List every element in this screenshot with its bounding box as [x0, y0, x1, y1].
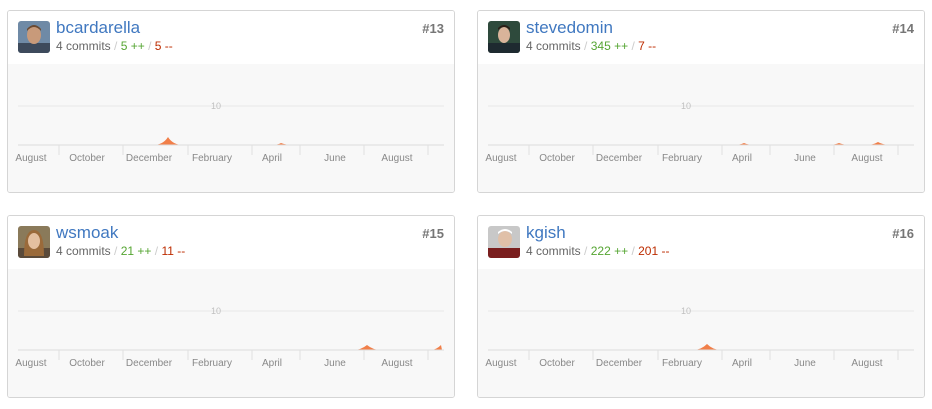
contributor-rank: #15	[422, 226, 444, 241]
x-tick-label: February	[192, 358, 232, 369]
x-tick-label: August	[15, 153, 46, 164]
separator: /	[114, 39, 118, 53]
x-tick-label: December	[596, 358, 643, 369]
x-tick-label: October	[69, 358, 105, 369]
area-peak	[432, 345, 442, 350]
x-tick-label: August	[485, 358, 516, 369]
separator: /	[631, 39, 635, 53]
card-header: bcardarella 4 commits / 5 ++ / 5 -- #13	[8, 11, 454, 65]
card-header: wsmoak 4 commits / 21 ++ / 11 -- #15	[8, 216, 454, 270]
x-tick-label: June	[324, 153, 346, 164]
y-tick-label: 10	[211, 101, 221, 111]
avatar[interactable]	[488, 21, 520, 53]
commit-count: 4 commits	[56, 244, 111, 258]
y-tick-label: 10	[681, 306, 691, 316]
username-link[interactable]: wsmoak	[56, 223, 118, 243]
separator: /	[114, 244, 118, 258]
additions-count: 222 ++	[590, 244, 629, 258]
y-tick-label: 10	[681, 101, 691, 111]
commit-activity-chart: 10 August October December February Apri…	[8, 269, 454, 397]
username-link[interactable]: bcardarella	[56, 18, 140, 38]
additions-count: 21 ++	[120, 244, 152, 258]
username-link[interactable]: stevedomin	[526, 18, 613, 38]
contributor-rank: #13	[422, 21, 444, 36]
commit-stats: 4 commits / 222 ++ / 201 --	[526, 244, 669, 258]
contributor-rank: #16	[892, 226, 914, 241]
deletions-count: 5 --	[154, 39, 173, 53]
avatar[interactable]	[18, 21, 50, 53]
area-peak	[353, 345, 381, 350]
commit-count: 4 commits	[56, 39, 111, 53]
contributor-card: wsmoak 4 commits / 21 ++ / 11 -- #15 10	[7, 215, 455, 398]
area-peak	[153, 137, 183, 145]
contributor-card: bcardarella 4 commits / 5 ++ / 5 -- #13 …	[7, 10, 455, 193]
x-tick-label: August	[485, 153, 516, 164]
commit-stats: 4 commits / 345 ++ / 7 --	[526, 39, 656, 53]
separator: /	[148, 39, 152, 53]
x-tick-label: June	[324, 358, 346, 369]
x-tick-label: June	[794, 358, 816, 369]
contributor-card: kgish 4 commits / 222 ++ / 201 -- #16 10	[477, 215, 925, 398]
y-tick-label: 10	[211, 306, 221, 316]
area-peak	[693, 344, 721, 350]
commit-activity-chart: 10 August October December February Apri…	[8, 64, 454, 192]
additions-count: 345 ++	[590, 39, 629, 53]
x-tick-label: December	[126, 153, 173, 164]
card-header: kgish 4 commits / 222 ++ / 201 -- #16	[478, 216, 924, 270]
deletions-count: 7 --	[638, 39, 657, 53]
x-tick-label: December	[126, 358, 173, 369]
x-tick-label: April	[732, 153, 752, 164]
avatar[interactable]	[18, 226, 50, 258]
x-tick-label: August	[15, 358, 46, 369]
x-tick-label: February	[662, 358, 702, 369]
x-tick-label: October	[69, 153, 105, 164]
x-tick-label: October	[539, 153, 575, 164]
commit-activity-chart: 10 August October December February Apri…	[478, 269, 924, 397]
deletions-count: 11 --	[161, 244, 186, 258]
card-header: stevedomin 4 commits / 345 ++ / 7 -- #14	[478, 11, 924, 65]
x-tick-label: August	[851, 358, 882, 369]
x-tick-label: December	[596, 153, 643, 164]
avatar[interactable]	[488, 226, 520, 258]
additions-count: 5 ++	[120, 39, 145, 53]
x-tick-label: April	[262, 153, 282, 164]
separator: /	[584, 39, 588, 53]
x-tick-label: June	[794, 153, 816, 164]
commit-stats: 4 commits / 21 ++ / 11 --	[56, 244, 185, 258]
x-tick-label: August	[381, 153, 412, 164]
separator: /	[154, 244, 159, 258]
x-tick-label: February	[192, 153, 232, 164]
x-tick-label: April	[262, 358, 282, 369]
contributor-rank: #14	[892, 21, 914, 36]
x-tick-label: August	[381, 358, 412, 369]
separator: /	[631, 244, 635, 258]
deletions-count: 201 --	[638, 244, 670, 258]
contributor-card: stevedomin 4 commits / 345 ++ / 7 -- #14…	[477, 10, 925, 193]
x-tick-label: April	[732, 358, 752, 369]
commit-activity-chart: 10 August October December February Apri…	[478, 64, 924, 192]
x-tick-label: February	[662, 153, 702, 164]
separator: /	[584, 244, 588, 258]
commit-count: 4 commits	[526, 39, 581, 53]
x-tick-label: August	[851, 153, 882, 164]
x-tick-label: October	[539, 358, 575, 369]
commit-stats: 4 commits / 5 ++ / 5 --	[56, 39, 173, 53]
username-link[interactable]: kgish	[526, 223, 566, 243]
commit-count: 4 commits	[526, 244, 581, 258]
